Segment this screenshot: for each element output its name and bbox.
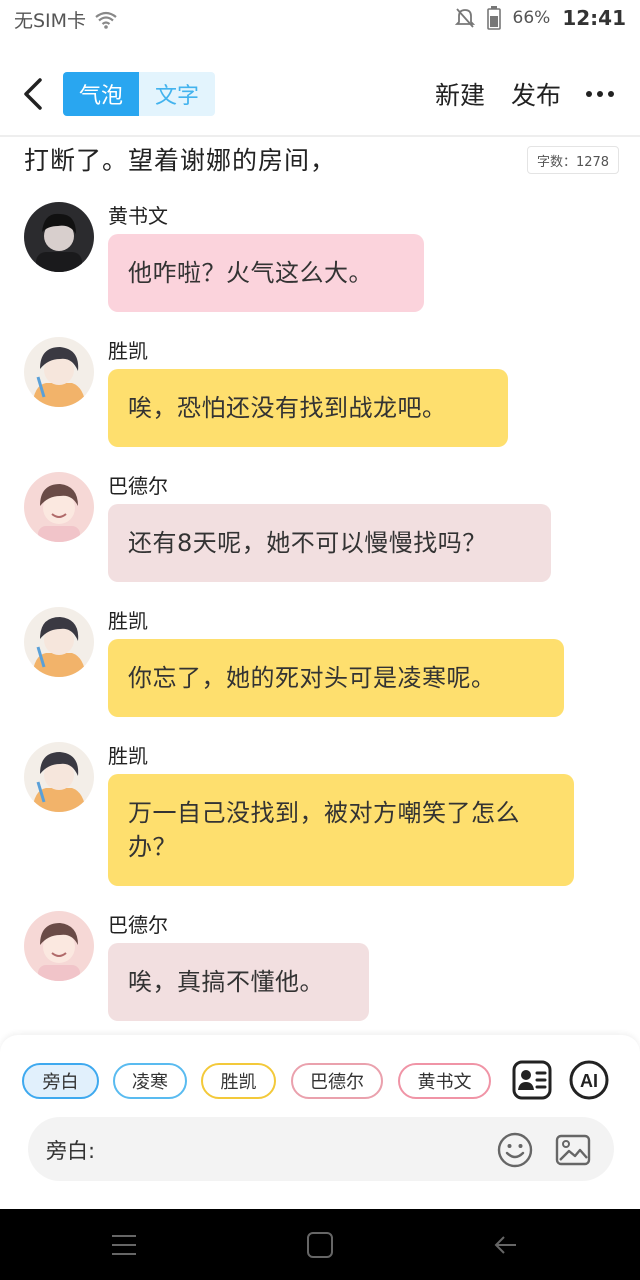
message-bubble[interactable]: 万一自己没找到，被对方嘲笑了怎么办？ [108, 774, 574, 886]
smiling-boy-avatar[interactable] [24, 911, 94, 981]
anime-boy-avatar[interactable] [24, 337, 94, 407]
clock: 12:41 [562, 6, 626, 30]
new-button[interactable]: 新建 [435, 76, 485, 112]
battery-icon [486, 6, 501, 30]
mute-bell-icon [454, 8, 475, 28]
smiling-boy-avatar[interactable] [24, 472, 94, 542]
character-list-icon[interactable] [511, 1059, 553, 1101]
tab-text[interactable]: 文字 [139, 72, 215, 116]
mode-toggle: 气泡 文字 [63, 72, 215, 116]
input-role-label: 旁白: [46, 1139, 96, 1163]
battery-percent: 66% [512, 8, 551, 28]
image-icon[interactable] [554, 1131, 592, 1169]
message-bubble[interactable]: 还有8天呢，她不可以慢慢找吗？ [108, 504, 551, 582]
message-bubble[interactable]: 唉，真搞不懂他。 [108, 943, 369, 1021]
back-arrow-icon[interactable] [18, 74, 50, 114]
message-bubble[interactable]: 你忘了，她的死对头可是凌寒呢。 [108, 639, 564, 717]
speaker-name: 巴德尔 [108, 474, 168, 498]
dark-hair-boy-avatar[interactable] [24, 202, 94, 272]
speaker-name: 胜凯 [108, 339, 148, 363]
anime-boy-avatar[interactable] [24, 742, 94, 812]
message-bubble[interactable]: 唉，恐怕还没有找到战龙吧。 [108, 369, 508, 447]
role-chip-linghan[interactable]: 凌寒 [113, 1063, 187, 1099]
carrier-text: 无SIM卡 [14, 10, 87, 32]
anime-boy-avatar[interactable] [24, 607, 94, 677]
emoji-icon[interactable] [496, 1131, 534, 1169]
role-chip-narrator[interactable]: 旁白 [22, 1063, 99, 1099]
tab-bubble[interactable]: 气泡 [63, 72, 139, 116]
home-icon[interactable] [304, 1229, 336, 1261]
speaker-name: 黄书文 [108, 204, 168, 228]
role-chip-shengkai[interactable]: 胜凯 [201, 1063, 276, 1099]
status-bar: 无SIM卡 66% 12:41 [0, 0, 640, 38]
speaker-name: 胜凯 [108, 744, 148, 768]
ai-icon[interactable]: AI [568, 1059, 610, 1101]
chat-area[interactable]: 打断了。望着谢娜的房间， 字数：1278 黄书文 他咋啦？火气这么大。 胜凯 唉… [0, 137, 640, 1035]
publish-button[interactable]: 发布 [511, 76, 561, 112]
role-chip-badeer[interactable]: 巴德尔 [291, 1063, 383, 1099]
word-count-badge: 字数：1278 [527, 146, 619, 174]
speaker-name: 胜凯 [108, 609, 148, 633]
editor-toolbar: 气泡 文字 新建 发布 [0, 58, 640, 132]
role-chip-huangshuwen[interactable]: 黄书文 [398, 1063, 491, 1099]
menu-icon[interactable] [108, 1229, 140, 1261]
more-options-icon[interactable] [584, 80, 616, 108]
ai-label: AI [580, 1071, 598, 1091]
message-bubble[interactable]: 他咋啦？火气这么大。 [108, 234, 424, 312]
speaker-name: 巴德尔 [108, 913, 168, 937]
narration-text[interactable]: 打断了。望着谢娜的房间， [24, 141, 336, 177]
wifi-icon [95, 11, 117, 29]
composer-panel: 旁白 凌寒 胜凯 巴德尔 黄书文 AI 旁白: [0, 1035, 640, 1209]
message-input[interactable]: 旁白: [28, 1117, 614, 1181]
system-nav-bar [0, 1209, 640, 1280]
back-icon[interactable] [490, 1229, 522, 1261]
